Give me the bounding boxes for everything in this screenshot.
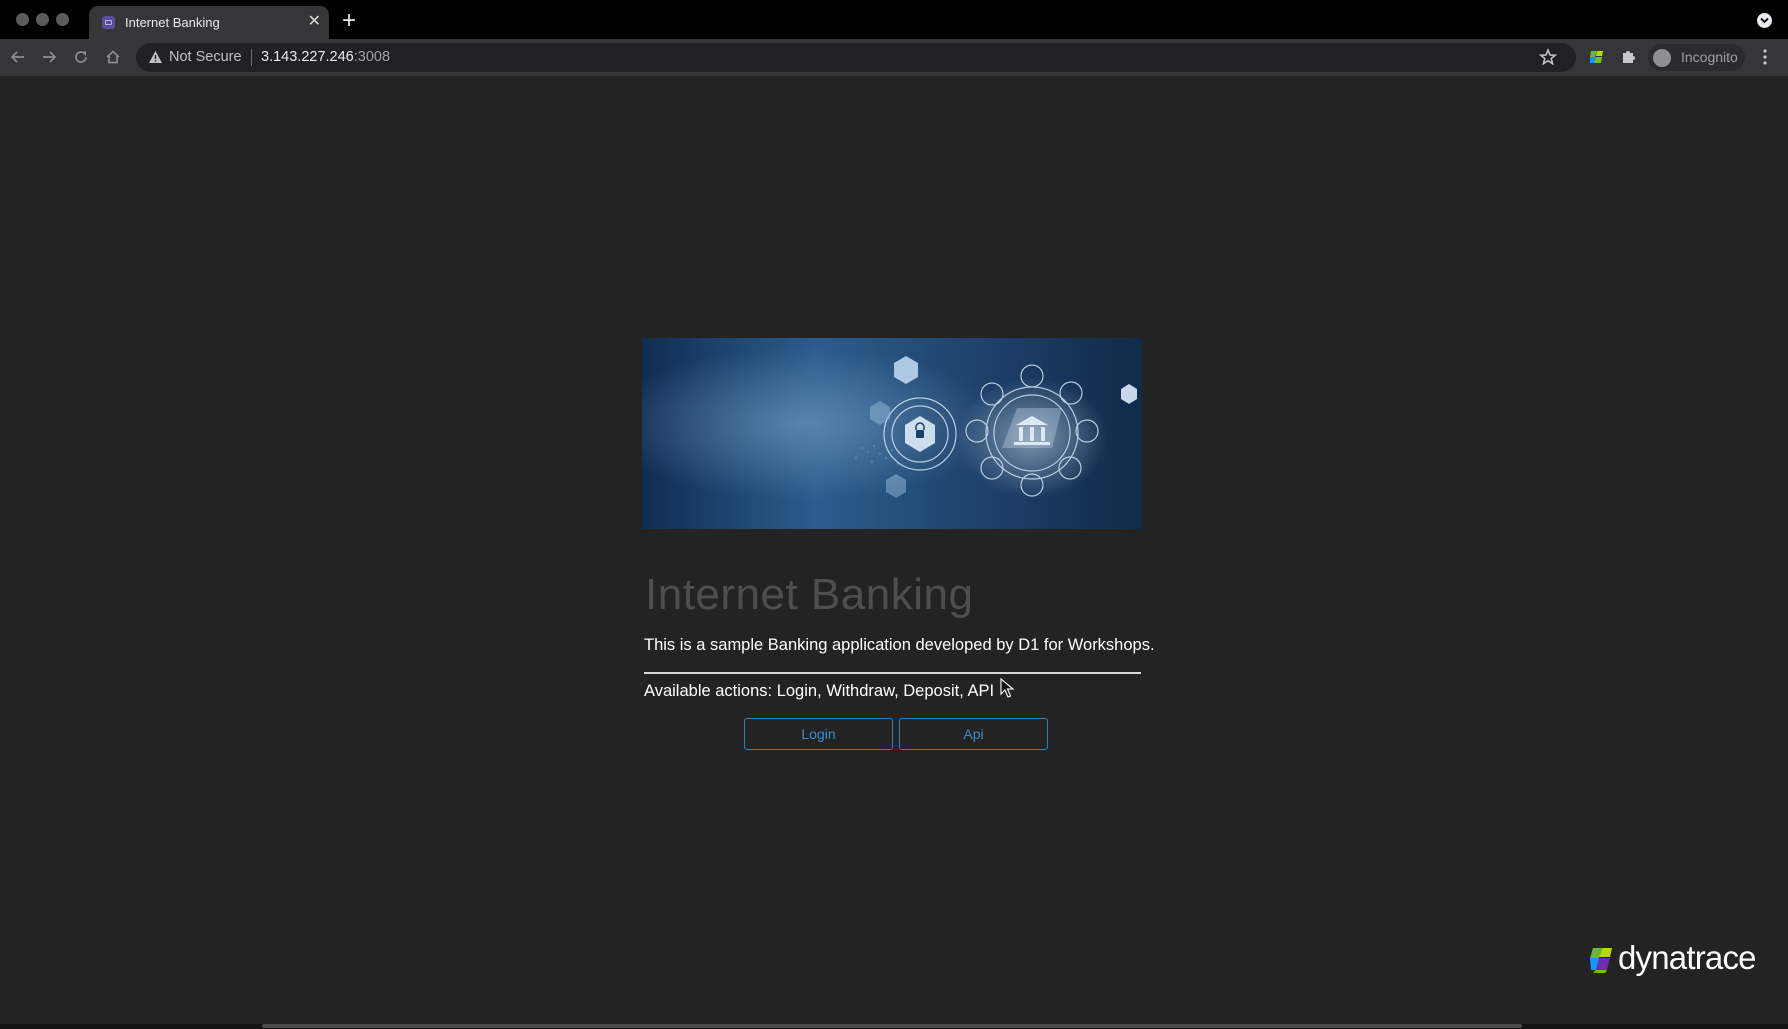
home-icon[interactable] [102, 46, 124, 68]
url-text[interactable]: 3.143.227.246:3008 [261, 49, 390, 65]
new-tab-button[interactable]: + [342, 8, 356, 34]
horizontal-divider [644, 672, 1141, 674]
window-close-control[interactable] [16, 13, 29, 26]
browser-menu-icon[interactable] [1762, 48, 1768, 71]
profile-label: Incognito [1681, 49, 1738, 65]
tab-search-icon[interactable] [1757, 13, 1772, 28]
bookmark-star-icon[interactable] [1538, 47, 1558, 71]
url-host: 3.143.227.246 [261, 49, 354, 65]
browser-tab-internet-banking[interactable]: Internet Banking ✕ [89, 6, 329, 39]
banking-hero-image [642, 338, 1142, 529]
window-zoom-control[interactable] [56, 13, 69, 26]
horizontal-scrollbar[interactable] [262, 1024, 1522, 1028]
address-divider [251, 49, 252, 66]
warning-triangle-icon[interactable] [148, 50, 163, 69]
login-button[interactable]: Login [744, 718, 893, 750]
tab-title: Internet Banking [125, 15, 220, 30]
page-title: Internet Banking [645, 570, 974, 619]
incognito-avatar-icon [1653, 49, 1671, 67]
extensions-puzzle-icon[interactable] [1620, 47, 1638, 70]
mouse-pointer-icon [1000, 677, 1015, 703]
bank-favicon-icon [102, 16, 115, 29]
address-bar[interactable]: Not Secure 3.143.227.246:3008 [136, 43, 1576, 72]
api-button[interactable]: Api [899, 718, 1048, 750]
dynatrace-logo-text: dynatrace [1618, 939, 1757, 976]
forward-arrow-icon[interactable] [38, 46, 60, 68]
incognito-profile-chip[interactable]: Incognito [1648, 44, 1745, 71]
available-actions-text: Available actions: Login, Withdraw, Depo… [644, 682, 995, 700]
browser-tab-strip: Internet Banking ✕ + [0, 0, 1788, 39]
dynatrace-extension-icon[interactable] [1588, 48, 1606, 71]
browser-toolbar: Not Secure 3.143.227.246:3008 Incognito [0, 39, 1788, 76]
app-description: This is a sample Banking application dev… [644, 636, 1155, 654]
window-minimize-control[interactable] [36, 13, 49, 26]
back-arrow-icon[interactable] [7, 46, 29, 68]
dynatrace-logo: dynatrace [1588, 939, 1757, 979]
url-port: :3008 [353, 49, 391, 65]
tab-close-icon[interactable]: ✕ [308, 12, 321, 32]
dynatrace-logo-mark-icon [1590, 948, 1612, 973]
security-status-label[interactable]: Not Secure [169, 49, 242, 65]
reload-icon[interactable] [70, 46, 92, 68]
page-viewport: Internet Banking This is a sample Bankin… [0, 76, 1788, 1024]
